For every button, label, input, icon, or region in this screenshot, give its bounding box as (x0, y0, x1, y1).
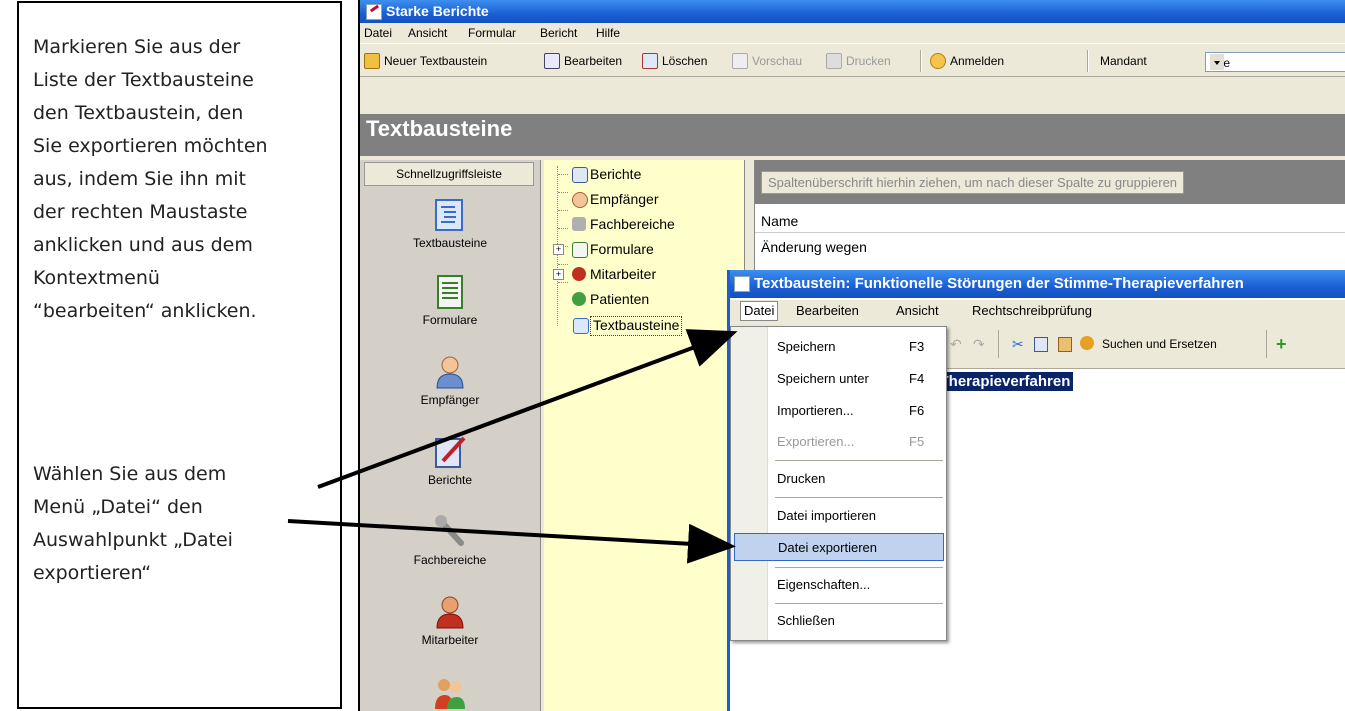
arrow-to-datei-menu (317, 329, 738, 489)
annotation-arrows (287, 329, 738, 564)
arrow-to-datei-exportieren (287, 519, 736, 564)
